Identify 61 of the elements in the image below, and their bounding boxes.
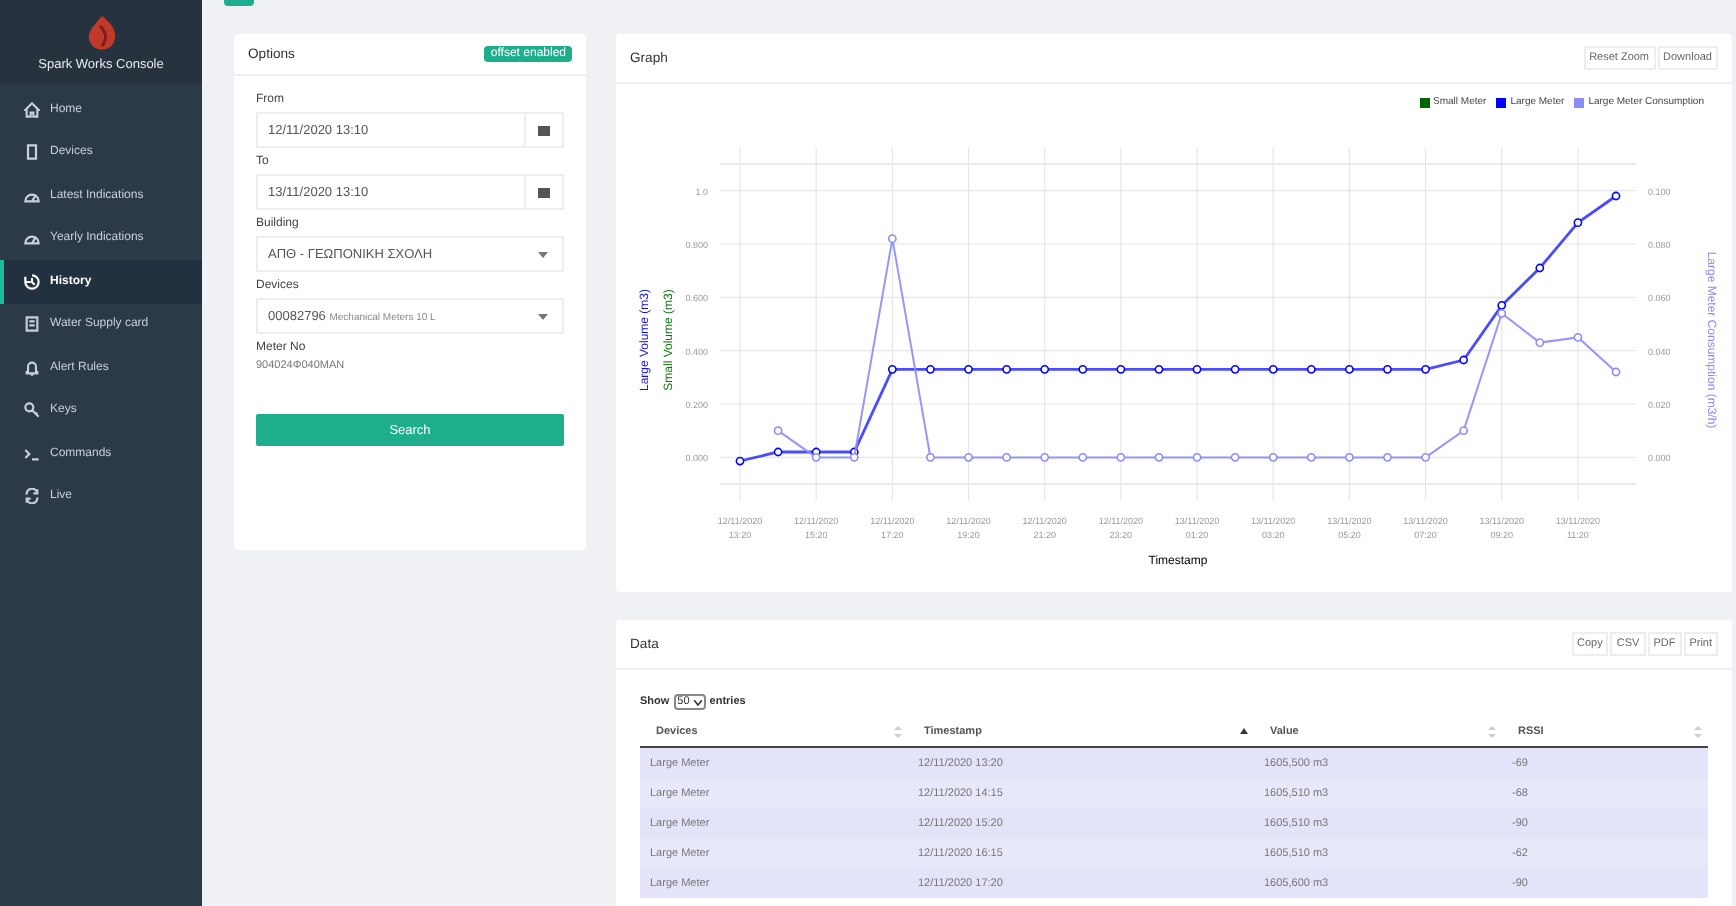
point (887, 364, 897, 374)
point (964, 452, 973, 462)
point (1383, 364, 1392, 374)
point (1078, 364, 1088, 374)
sort-icon (1488, 726, 1496, 738)
point (1268, 364, 1278, 374)
point (1344, 364, 1354, 374)
point (773, 447, 783, 457)
refresh-icon (24, 488, 40, 505)
point (1459, 355, 1469, 365)
point (1573, 332, 1583, 342)
device-icon (24, 144, 40, 161)
point (1040, 364, 1050, 374)
point (1306, 452, 1316, 462)
point (1535, 338, 1545, 348)
point (1344, 452, 1354, 462)
point (1611, 367, 1621, 377)
terminal-icon (24, 445, 40, 462)
point (1192, 364, 1202, 374)
home-icon (24, 101, 40, 118)
point (1002, 452, 1012, 462)
point (811, 452, 821, 462)
point (1459, 426, 1469, 436)
chevron-down-icon (693, 699, 702, 705)
gauge-icon (24, 230, 40, 247)
sort-icon (1694, 726, 1702, 738)
point (1078, 452, 1088, 462)
point (1192, 452, 1202, 462)
point (1154, 452, 1164, 462)
card-icon (24, 316, 40, 333)
point (1116, 452, 1126, 462)
point (1268, 452, 1278, 462)
point (849, 452, 859, 462)
caret-icon (538, 313, 548, 319)
point (887, 234, 897, 244)
point (1497, 300, 1507, 310)
point (1116, 364, 1126, 374)
point (1154, 364, 1164, 374)
point (1421, 452, 1430, 462)
point (1497, 308, 1507, 318)
caret-icon (538, 251, 548, 257)
point (735, 456, 745, 466)
point (1421, 364, 1430, 374)
point (1611, 191, 1621, 201)
point (1306, 364, 1316, 374)
point (1230, 364, 1240, 374)
bell-icon (24, 359, 40, 376)
history-icon (24, 273, 40, 290)
point (964, 364, 973, 374)
sort-up-icon (1240, 726, 1248, 738)
point (1535, 263, 1545, 273)
point (1230, 452, 1240, 462)
sort-icon (894, 726, 902, 738)
point (1573, 218, 1583, 228)
point (926, 452, 935, 462)
point (1002, 364, 1012, 374)
logo-icon (83, 14, 119, 54)
point (926, 364, 935, 374)
point (773, 426, 783, 436)
point (1383, 452, 1392, 462)
point (1040, 452, 1050, 462)
